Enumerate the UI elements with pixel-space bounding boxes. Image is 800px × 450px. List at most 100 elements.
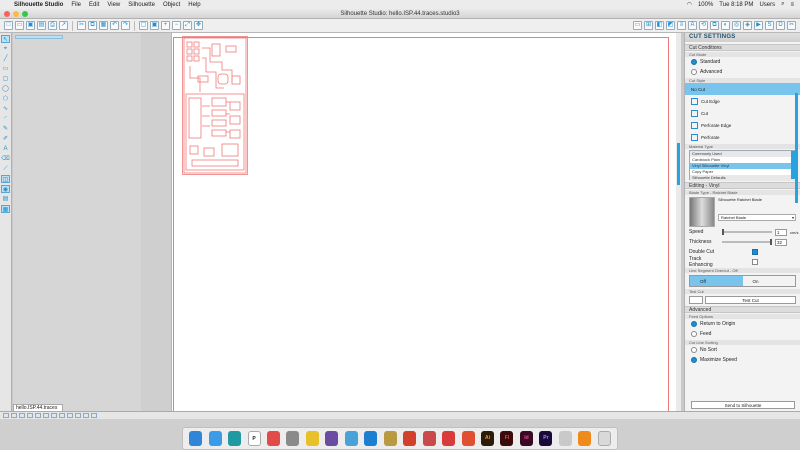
menu-edit[interactable]: Edit xyxy=(89,2,99,8)
blade-select[interactable]: Ratchet Blade ▾ xyxy=(718,214,796,221)
return-origin-option[interactable]: Return to Origin xyxy=(685,319,800,329)
status-icon[interactable] xyxy=(75,413,81,418)
status-icon[interactable] xyxy=(51,413,57,418)
status-icon[interactable] xyxy=(11,413,17,418)
radio-standard[interactable] xyxy=(691,59,697,65)
cut-style-perforate[interactable]: Perforate xyxy=(685,131,800,143)
speed-input[interactable]: 1 xyxy=(775,228,787,236)
track-enhancing-checkbox[interactable] xyxy=(752,259,758,265)
vlc-icon[interactable] xyxy=(578,431,592,446)
indesign-icon[interactable]: Id xyxy=(519,431,533,446)
fill-tool-icon[interactable]: ◉ xyxy=(1,185,10,193)
sketch-tool-icon[interactable]: ◫ xyxy=(1,175,10,183)
user-menu[interactable]: Users xyxy=(759,2,775,8)
thickness-input[interactable]: 32 xyxy=(775,238,787,246)
pinterest-icon[interactable]: P xyxy=(247,431,261,446)
replicate-icon[interactable]: ⧉ xyxy=(710,21,719,30)
save-icon[interactable]: ▣ xyxy=(26,21,35,30)
store-tool-icon[interactable]: ▦ xyxy=(1,205,10,213)
menu-help[interactable]: Help xyxy=(188,2,200,8)
flash-icon[interactable]: Fl xyxy=(500,431,514,446)
material-item[interactable]: Silhouette Defaults xyxy=(690,175,795,181)
panel-scrollbar[interactable] xyxy=(795,93,798,203)
status-icon[interactable] xyxy=(35,413,41,418)
paste-icon[interactable]: ▦ xyxy=(99,21,108,30)
cut-style-perforate-edge[interactable]: Perforate Edge xyxy=(685,119,800,131)
line-tool-icon[interactable]: ╱ xyxy=(1,55,10,63)
arc-tool-icon[interactable]: ◜ xyxy=(1,115,10,123)
radio-no-sort[interactable] xyxy=(691,347,697,353)
arduino-icon[interactable] xyxy=(228,431,242,446)
radio-return-origin[interactable] xyxy=(691,321,697,327)
page-setup-icon[interactable]: ▭ xyxy=(633,21,642,30)
app-icon[interactable] xyxy=(305,431,319,446)
menu-app-name[interactable]: Silhouette Studio xyxy=(14,2,63,8)
print-icon[interactable]: ⎙ xyxy=(48,21,57,30)
feed-option[interactable]: Feed xyxy=(685,329,800,339)
eraser-tool-icon[interactable]: ⌫ xyxy=(1,155,10,163)
status-icon[interactable] xyxy=(91,413,97,418)
zoom-in-icon[interactable]: + xyxy=(161,21,170,30)
app-icon[interactable] xyxy=(286,431,300,446)
line-color-icon[interactable]: ◩ xyxy=(666,21,675,30)
menu-object[interactable]: Object xyxy=(163,2,180,8)
vertical-scrollbar[interactable] xyxy=(677,143,680,185)
curve-tool-icon[interactable]: ∿ xyxy=(1,105,10,113)
library-tool-icon[interactable]: ▤ xyxy=(1,195,10,203)
app-icon[interactable] xyxy=(344,431,358,446)
app-icon[interactable] xyxy=(442,431,456,446)
finder-icon[interactable] xyxy=(189,431,203,446)
radio-advanced[interactable] xyxy=(691,69,697,75)
overcut-on[interactable]: On xyxy=(743,276,796,286)
test-cut-direction[interactable] xyxy=(689,296,703,304)
zoom-out-icon[interactable]: − xyxy=(172,21,181,30)
menu-view[interactable]: View xyxy=(107,2,120,8)
menu-silhouette[interactable]: Silhouette xyxy=(128,2,155,8)
app-icon[interactable] xyxy=(461,431,475,446)
mode-advanced-option[interactable]: Advanced xyxy=(685,67,800,77)
cut-style-cut[interactable]: Cut xyxy=(685,107,800,119)
no-sort-option[interactable]: No Sort xyxy=(685,345,800,355)
cut-icon[interactable]: ✂ xyxy=(77,21,86,30)
cut-settings-icon[interactable]: ✂ xyxy=(787,21,796,30)
fit-icon[interactable]: ⤢ xyxy=(183,21,192,30)
rounded-rect-tool-icon[interactable]: ▢ xyxy=(1,75,10,83)
ungroup-icon[interactable]: ▣ xyxy=(150,21,159,30)
rectangle-tool-icon[interactable]: ▭ xyxy=(1,65,10,73)
offset-icon[interactable]: ◎ xyxy=(732,21,741,30)
transform-icon[interactable]: ⟲ xyxy=(699,21,708,30)
zoom-window-button[interactable] xyxy=(22,11,28,17)
wifi-icon[interactable]: ◠ xyxy=(687,1,692,8)
clock[interactable]: Tue 8:18 PM xyxy=(719,2,753,8)
polygon-tool-icon[interactable]: ⬠ xyxy=(1,95,10,103)
app-icon[interactable] xyxy=(383,431,397,446)
status-icon[interactable] xyxy=(19,413,25,418)
app-icon[interactable] xyxy=(558,431,572,446)
trace-icon[interactable]: ◈ xyxy=(743,21,752,30)
safari-icon[interactable] xyxy=(208,431,222,446)
cut-style-no-cut[interactable]: No Cut xyxy=(685,83,800,95)
send-to-silhouette-button[interactable]: Send to Silhouette xyxy=(691,401,795,409)
speed-knob[interactable] xyxy=(722,229,724,235)
pan-icon[interactable]: ✥ xyxy=(194,21,203,30)
text-tool-icon[interactable]: A xyxy=(1,145,10,153)
minimize-window-button[interactable] xyxy=(13,11,19,17)
thickness-slider[interactable] xyxy=(722,239,772,245)
close-window-button[interactable] xyxy=(4,11,10,17)
fill-icon[interactable]: ◧ xyxy=(655,21,664,30)
status-icon[interactable] xyxy=(59,413,65,418)
store-icon[interactable]: S xyxy=(765,21,774,30)
vertical-scroll-track[interactable] xyxy=(676,33,681,411)
point-edit-tool-icon[interactable]: ⌖ xyxy=(1,45,10,53)
notification-icon[interactable]: ≡ xyxy=(790,2,794,8)
ellipse-tool-icon[interactable]: ◯ xyxy=(1,85,10,93)
line-style-icon[interactable]: ≡ xyxy=(677,21,686,30)
test-cut-button[interactable]: Test Cut xyxy=(705,296,796,304)
select-tool-icon[interactable]: ↖ xyxy=(1,35,10,43)
text-style-icon[interactable]: A xyxy=(688,21,697,30)
cut-conditions-header[interactable]: Cut Conditions xyxy=(685,44,800,51)
app-icon[interactable] xyxy=(403,431,417,446)
advanced-header[interactable]: Advanced xyxy=(685,306,800,313)
smooth-freehand-tool-icon[interactable]: ✐ xyxy=(1,135,10,143)
material-list[interactable]: Commonly Used Cardstock Plain Vinyl Silh… xyxy=(689,150,796,181)
